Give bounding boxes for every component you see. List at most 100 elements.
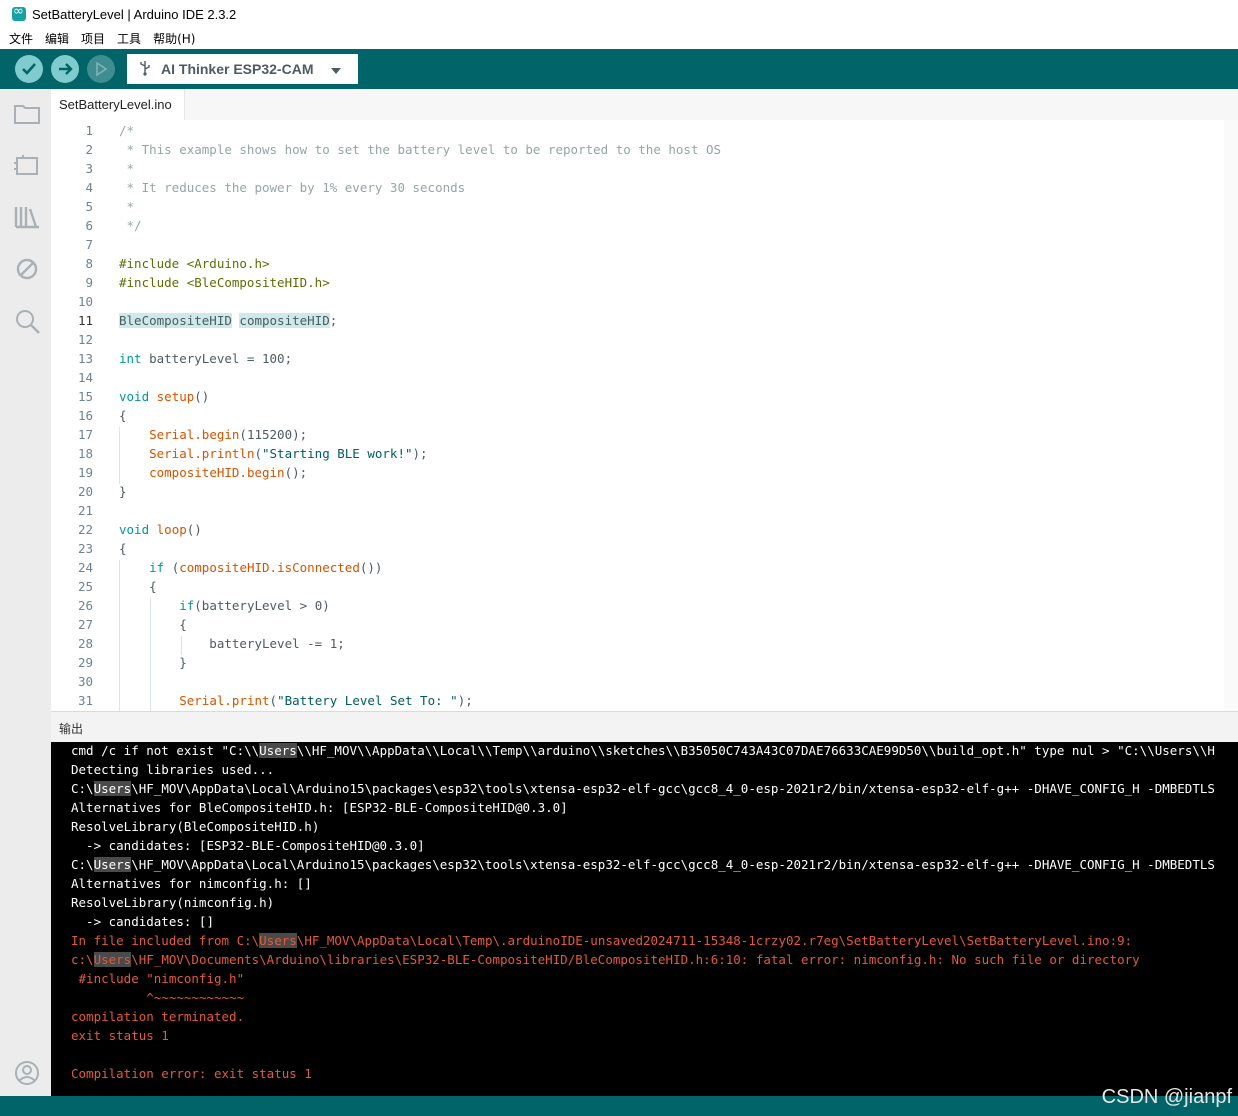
code-line: if (compositeHID.isConnected()) [149, 560, 383, 575]
line-number: 3 [85, 161, 93, 176]
code-line: Serial.print("Battery Level Set To: "); [179, 693, 473, 708]
code-line: * [119, 199, 135, 214]
line-number: 18 [77, 446, 93, 461]
menu-tools[interactable]: 工具 [117, 30, 141, 47]
editor-scrollbar[interactable] [1224, 120, 1238, 711]
board-selector[interactable]: AI Thinker ESP32-CAM [127, 54, 358, 84]
debug-icon [96, 61, 108, 77]
line-number: 17 [77, 427, 93, 442]
code-line: #include <Arduino.h> [119, 256, 270, 271]
menu-help[interactable]: 帮助(H) [153, 30, 195, 47]
tab-label: SetBatteryLevel.ino [59, 97, 172, 112]
console-line: Alternatives for nimconfig.h: [] [71, 876, 312, 891]
line-number: 19 [77, 465, 93, 480]
debug-disabled-icon[interactable] [13, 255, 41, 283]
console-line: In file included from C:\Users\HF_MOV\Ap… [71, 933, 1133, 948]
indent-guide [150, 598, 151, 711]
line-number: 22 [77, 522, 93, 537]
console-line: C:\Users\HF_MOV\AppData\Local\Arduino15\… [71, 781, 1215, 796]
verify-button[interactable] [15, 55, 43, 83]
line-number: 5 [85, 199, 93, 214]
console-line: #include "nimconfig.h" [71, 971, 245, 986]
line-number: 9 [85, 275, 93, 290]
line-number: 23 [77, 541, 93, 556]
console-line: cmd /c if not exist "C:\\Users\\HF_MOV\\… [71, 743, 1215, 758]
line-number: 28 [77, 636, 93, 651]
code-line: { [119, 617, 187, 632]
line-number: 8 [85, 256, 93, 271]
usb-icon [139, 60, 151, 79]
console-line: c:\Users\HF_MOV\Documents\Arduino\librar… [71, 952, 1140, 967]
watermark: CSDN @jianpf [1101, 1086, 1232, 1108]
menu-edit[interactable]: 编辑 [45, 30, 69, 47]
code-line: batteryLevel -= 1; [119, 636, 345, 651]
code-line: compositeHID.begin(); [149, 465, 308, 480]
line-number: 25 [77, 579, 93, 594]
console-line: C:\Users\HF_MOV\AppData\Local\Arduino15\… [71, 857, 1215, 872]
menu-sketch[interactable]: 项目 [81, 30, 105, 47]
window-title: SetBatteryLevel | Arduino IDE 2.3.2 [32, 6, 237, 22]
code-editor[interactable]: 1 /* 2 * This example shows how to set the… [51, 120, 1238, 711]
indent-guide [119, 560, 120, 711]
code-line: * It reduces the power by 1% every 30 se… [119, 180, 466, 195]
toolbar: AI Thinker ESP32-CAM [0, 49, 1238, 89]
code-line: BleCompositeHID compositeHID; [119, 313, 338, 328]
tab-setbatterylevel[interactable]: SetBatteryLevel.ino [51, 89, 185, 120]
line-number: 30 [77, 674, 93, 689]
folder-icon[interactable] [13, 99, 41, 127]
chevron-down-icon [331, 61, 342, 77]
code-line: { [119, 541, 127, 556]
line-number: 31 [77, 693, 93, 708]
console-line: exit status 1 [71, 1028, 169, 1043]
line-number: 16 [77, 408, 93, 423]
line-number: 10 [77, 294, 93, 309]
console-line: Compilation error: exit status 1 [71, 1066, 312, 1081]
line-number: 21 [77, 503, 93, 518]
line-number: 29 [77, 655, 93, 670]
console-line: -> candidates: [] [71, 914, 214, 929]
output-console[interactable]: cmd /c if not exist "C:\\Users\\HF_MOV\\… [51, 742, 1238, 1096]
status-bar [0, 1096, 1238, 1116]
code-line: { [119, 408, 127, 423]
line-number: 2 [85, 142, 93, 157]
line-number: 12 [77, 332, 93, 347]
console-line: compilation terminated. [71, 1009, 245, 1024]
menu-bar: 文件 编辑 项目 工具 帮助(H) [0, 28, 1238, 49]
board-name: AI Thinker ESP32-CAM [161, 61, 314, 77]
line-number: 7 [85, 237, 93, 252]
console-line: Detecting libraries used... [71, 762, 275, 777]
console-line: ResolveLibrary(BleCompositeHID.h) [71, 819, 320, 834]
account-icon[interactable] [13, 1059, 41, 1087]
title-bar: SetBatteryLevel | Arduino IDE 2.3.2 [0, 0, 1238, 28]
line-number: 20 [77, 484, 93, 499]
line-number: 15 [77, 389, 93, 404]
search-icon[interactable] [13, 307, 41, 335]
code-line: void setup() [119, 389, 210, 404]
line-number: 4 [85, 180, 93, 195]
console-line: ^~~~~~~~~~~~~ [71, 990, 245, 1005]
code-line: void loop() [119, 522, 202, 537]
upload-button[interactable] [51, 55, 79, 83]
upload-icon [59, 63, 73, 75]
code-line: /* [119, 123, 135, 138]
library-icon[interactable] [13, 203, 41, 231]
code-line: } [119, 655, 187, 670]
line-number: 13 [77, 351, 93, 366]
line-number: 14 [77, 370, 93, 385]
indent-guide [181, 636, 182, 655]
line-number: 11 [77, 313, 93, 328]
console-line: ResolveLibrary(nimconfig.h) [71, 895, 275, 910]
code-line: * [119, 161, 135, 176]
debug-button[interactable] [87, 55, 115, 83]
line-number: 24 [77, 560, 93, 575]
code-line: { [119, 579, 157, 594]
board-manager-icon[interactable] [13, 151, 41, 179]
line-number: 27 [77, 617, 93, 632]
console-line: -> candidates: [ESP32-BLE-CompositeHID@0… [71, 838, 425, 853]
code-line: int batteryLevel = 100; [119, 351, 293, 366]
code-line: Serial.begin(115200); [149, 427, 308, 442]
menu-file[interactable]: 文件 [9, 30, 33, 47]
indent-guide [119, 427, 120, 484]
line-number: 6 [85, 218, 93, 233]
output-label: 输出 [59, 722, 84, 736]
